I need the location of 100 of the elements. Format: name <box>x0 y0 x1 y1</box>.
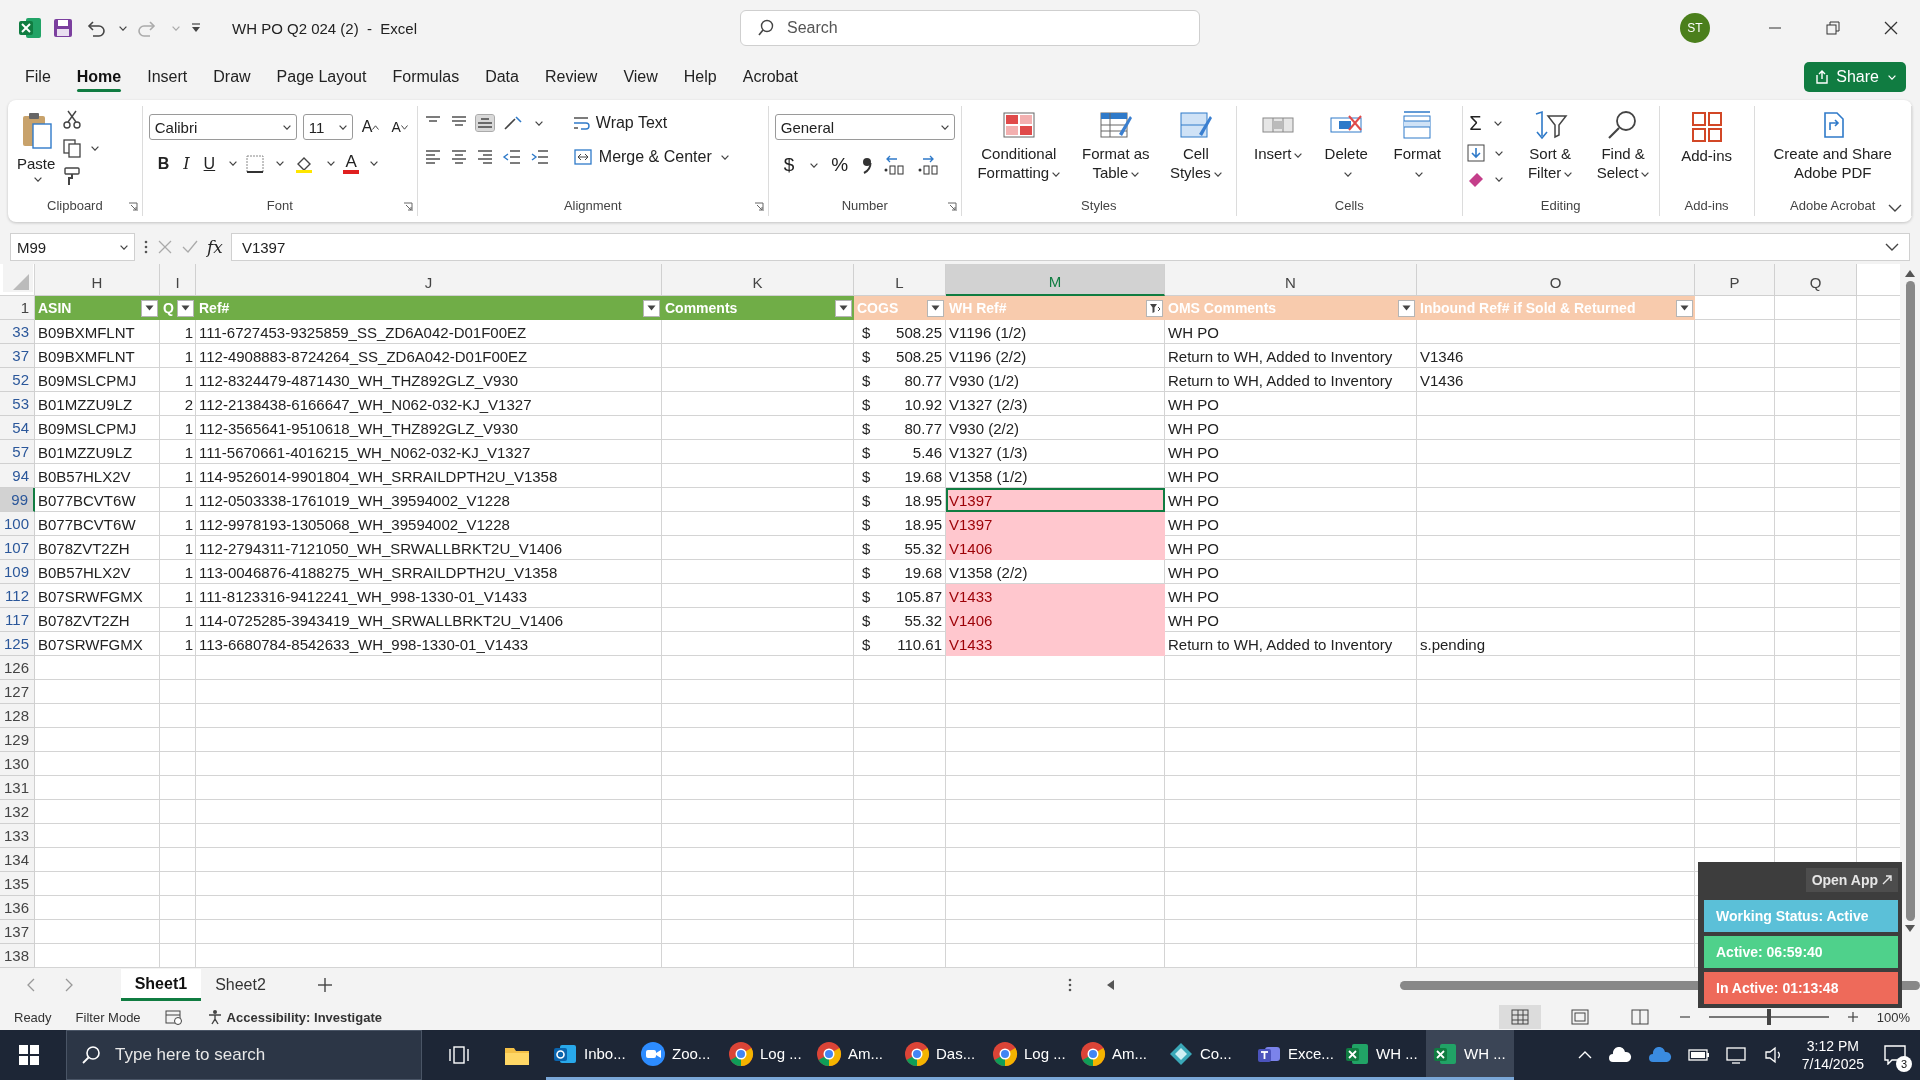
taskbar-app[interactable]: Das... <box>898 1030 986 1080</box>
browser-app-icon[interactable] <box>728 1040 754 1067</box>
row-header[interactable]: 128 <box>0 704 35 728</box>
scroll-left-icon[interactable] <box>1107 980 1114 990</box>
caret-icon[interactable] <box>1493 121 1502 126</box>
shrink-font-button[interactable]: A <box>388 117 411 137</box>
caret-icon[interactable] <box>1414 171 1423 177</box>
taskbar-app[interactable]: WH ... <box>1426 1030 1514 1080</box>
row-header[interactable]: 138 <box>0 944 35 968</box>
ribbon-tab[interactable]: Page Layout <box>263 60 380 94</box>
ribbon-tab[interactable]: Home <box>63 60 135 94</box>
ribbon-button[interactable]: Insert <box>1249 108 1308 165</box>
caret-icon[interactable] <box>1641 171 1650 177</box>
ribbon-button[interactable]: Find & Select <box>1591 108 1656 184</box>
row-header[interactable]: 126 <box>0 656 35 680</box>
fill-down-icon[interactable] <box>1466 143 1487 163</box>
dialog-launcher-icon[interactable] <box>946 202 957 212</box>
ribbon-tab[interactable]: View <box>610 60 671 94</box>
scrollbar-thumb[interactable] <box>1905 281 1915 921</box>
macro-record-icon[interactable] <box>164 1009 183 1025</box>
percent-button[interactable]: % <box>828 152 852 178</box>
ribbon-tab[interactable]: Acrobat <box>729 60 811 94</box>
row-header[interactable]: 57 <box>0 440 35 464</box>
taskbar-search-field[interactable]: Type here to search <box>66 1030 422 1080</box>
row-header[interactable]: 52 <box>0 368 35 392</box>
column-header[interactable]: J <box>196 264 662 296</box>
column-header[interactable]: P <box>1695 264 1775 296</box>
expand-icon[interactable] <box>1885 243 1899 251</box>
column-header[interactable]: K <box>662 264 854 296</box>
row-header[interactable]: 112 <box>0 584 35 608</box>
taskbar-app[interactable]: Exce... <box>1250 1030 1338 1080</box>
comma-style-icon[interactable] <box>861 155 874 175</box>
row-header[interactable]: 33 <box>0 320 35 344</box>
caret-icon[interactable] <box>810 162 819 168</box>
collapse-ribbon-icon[interactable] <box>1888 204 1902 212</box>
row-header[interactable]: 54 <box>0 416 35 440</box>
caret-icon[interactable] <box>534 120 543 126</box>
more-options-icon[interactable] <box>143 239 149 255</box>
filter-button[interactable] <box>1146 299 1163 317</box>
browser-app-icon[interactable] <box>992 1040 1018 1067</box>
formula-input[interactable]: V1397 <box>230 233 1910 261</box>
currency-button[interactable]: $ <box>780 152 798 178</box>
ribbon-button[interactable]: Format as Table <box>1074 108 1157 184</box>
caret-icon[interactable] <box>940 124 949 130</box>
name-box[interactable]: M99 <box>10 233 135 261</box>
dialog-launcher-icon[interactable] <box>402 202 413 212</box>
row-header[interactable]: 109 <box>0 560 35 584</box>
column-header[interactable]: L <box>854 264 946 296</box>
align-center-icon[interactable] <box>449 149 468 165</box>
ribbon-button[interactable]: Create and Share Adobe PDF <box>1764 108 1901 184</box>
italic-button[interactable]: I <box>180 152 193 175</box>
caret-icon[interactable] <box>91 145 100 151</box>
caret-icon[interactable] <box>119 25 127 31</box>
search-field[interactable]: Search <box>740 10 1200 46</box>
column-header[interactable]: I <box>160 264 196 296</box>
ribbon-tab[interactable]: Data <box>472 60 532 94</box>
page-break-icon[interactable] <box>1630 1009 1649 1025</box>
open-app-button[interactable]: Open App <box>1805 868 1898 892</box>
wrap-text-button[interactable]: Wrap Text <box>568 112 671 134</box>
filter-button[interactable] <box>177 299 194 317</box>
browser-app-icon[interactable] <box>816 1040 842 1067</box>
cell-styles-icon[interactable] <box>1178 110 1213 140</box>
sheet-tab[interactable]: Sheet1 <box>120 969 202 1001</box>
caret-icon[interactable] <box>120 244 128 250</box>
ribbon-button[interactable]: Cell Styles <box>1166 108 1225 184</box>
row-header[interactable]: 1 <box>0 296 35 320</box>
font-family-select[interactable]: Calibri <box>148 114 297 140</box>
caret-icon[interactable] <box>1495 150 1504 156</box>
more-options-icon[interactable] <box>1067 977 1073 993</box>
align-right-icon[interactable] <box>475 149 494 165</box>
clock-date[interactable]: 7/14/2025 <box>1801 1055 1864 1073</box>
caret-icon[interactable] <box>33 177 42 182</box>
bold-button[interactable]: B <box>154 152 173 175</box>
column-header[interactable]: Q <box>1775 264 1857 296</box>
taskbar-app[interactable]: Inbo... <box>546 1030 634 1080</box>
task-view-icon[interactable] <box>448 1045 470 1065</box>
taskbar-app[interactable]: Co... <box>1162 1030 1250 1080</box>
row-header[interactable]: 99 <box>0 488 35 512</box>
dialog-launcher-icon[interactable] <box>127 202 138 212</box>
browser-app-icon[interactable] <box>904 1040 930 1067</box>
next-sheet-icon[interactable] <box>64 978 74 992</box>
zoom-in-icon[interactable] <box>1846 1011 1859 1023</box>
ribbon-button[interactable]: Delete <box>1317 108 1376 184</box>
accessibility-button[interactable]: Accessibility: Investigate <box>206 1009 382 1025</box>
clock-time[interactable]: 3:12 PM <box>1806 1037 1859 1055</box>
ribbon-tab[interactable]: Help <box>670 60 730 94</box>
font-color-button[interactable]: A <box>343 153 360 174</box>
filter-button[interactable] <box>1676 299 1693 317</box>
increase-indent-icon[interactable] <box>529 149 550 165</box>
insert-function-button[interactable]: fx <box>207 237 223 257</box>
borders-icon[interactable] <box>245 153 266 174</box>
dialog-launcher-icon[interactable] <box>753 202 764 212</box>
format-painter-icon[interactable] <box>62 166 83 186</box>
diamond-app-icon[interactable] <box>1168 1040 1194 1067</box>
caret-icon[interactable] <box>229 161 238 166</box>
caret-icon[interactable] <box>1052 171 1061 177</box>
row-header[interactable]: 53 <box>0 392 35 416</box>
row-header[interactable]: 137 <box>0 920 35 944</box>
caret-icon[interactable] <box>1564 171 1573 177</box>
ribbon-tab[interactable]: Formulas <box>379 60 473 94</box>
